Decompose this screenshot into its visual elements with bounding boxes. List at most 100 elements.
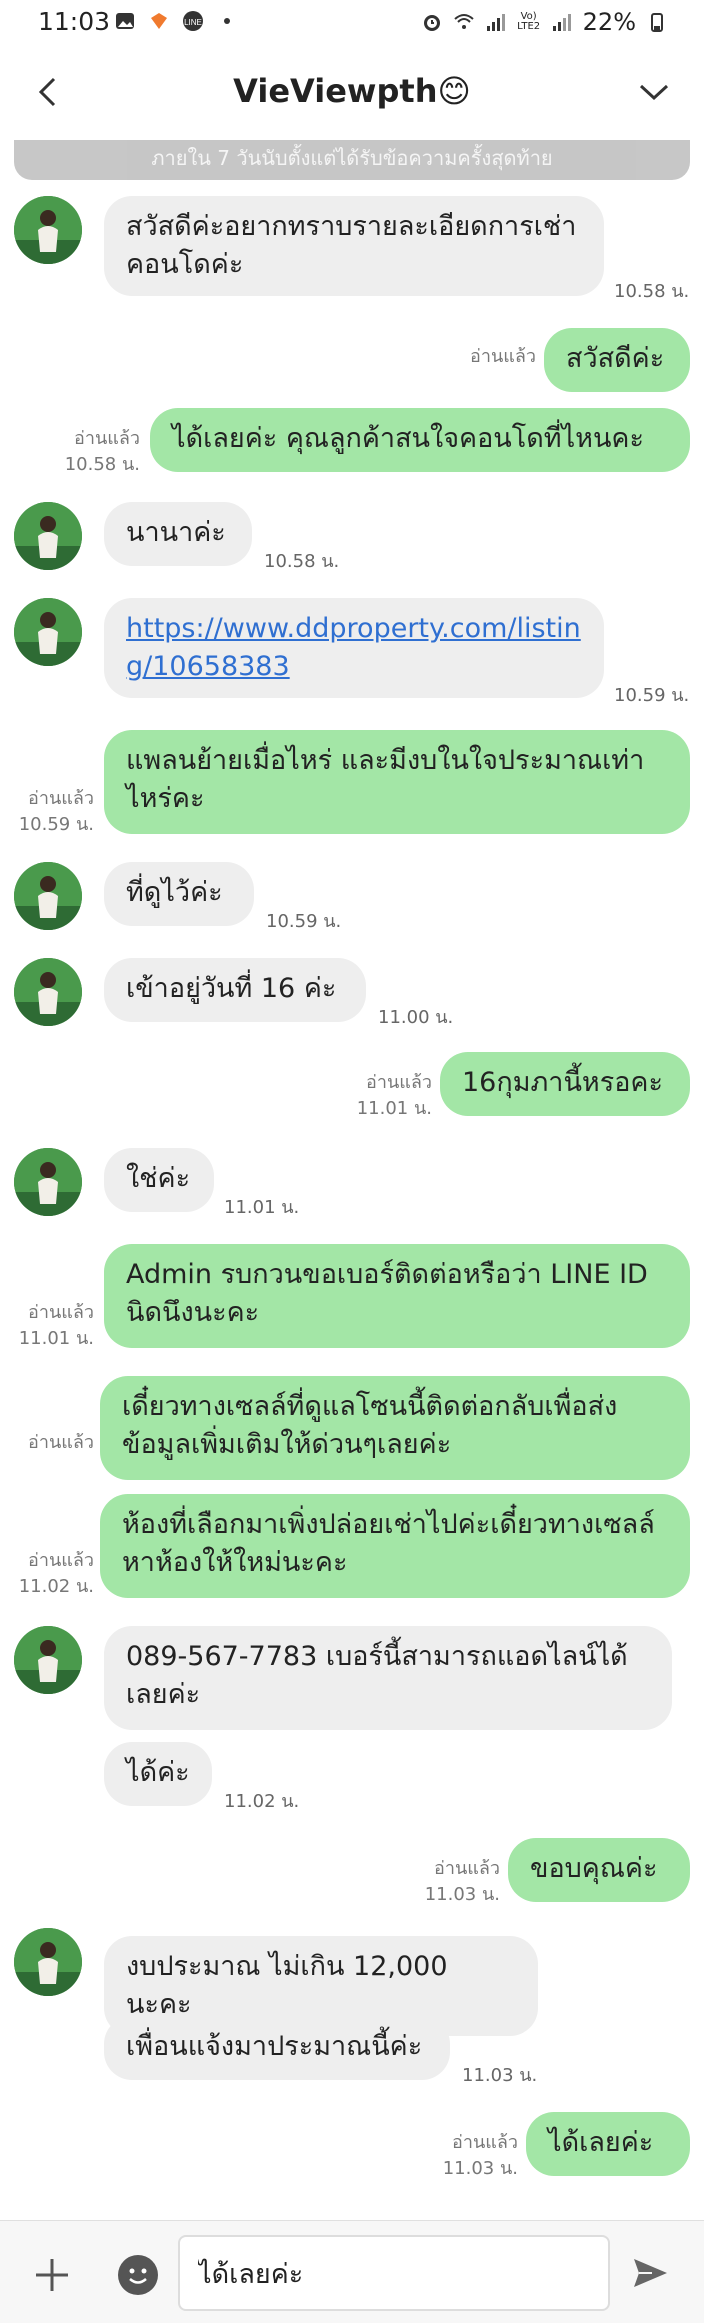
message-text: สวัสดีค่ะ xyxy=(566,343,665,374)
read-status: อ่านแล้ว xyxy=(434,1858,500,1879)
battery-icon xyxy=(651,13,663,32)
emoji-icon[interactable] xyxy=(118,2255,158,2295)
outgoing-message[interactable]: ได้เลยค่ะ คุณลูกค้าสนใจคอนโดที่ไหนคะ xyxy=(150,408,690,472)
read-status: อ่านแล้ว xyxy=(28,1302,94,1323)
signal-icon xyxy=(486,14,505,31)
message-time: 10.58 น. xyxy=(264,551,340,572)
avatar[interactable] xyxy=(14,1626,82,1694)
wifi-icon xyxy=(453,14,474,29)
retention-notice: ภายใน 7 วันนับตั้งแต่ได้รับข้อความครั้งส… xyxy=(14,140,690,180)
read-status: อ่านแล้ว xyxy=(74,428,140,449)
input-bar xyxy=(0,2220,704,2323)
message-link-bubble[interactable]: https://www.ddproperty.com/listing/10658… xyxy=(104,598,604,698)
read-receipt: อ่านแล้ว 11.03 น. xyxy=(420,1856,500,1908)
message-time: 11.03 น. xyxy=(424,1884,500,1905)
read-receipt: อ่านแล้ว 10.58 น. xyxy=(60,426,140,478)
message-text: 16กุมภานี้หรอคะ xyxy=(462,1067,663,1098)
read-receipt: อ่านแล้ว xyxy=(14,1430,94,1456)
message-text: 089-567-7783 เบอร์นี้สามารถแอดไลน์ได้เลย… xyxy=(126,1641,628,1710)
read-status: อ่านแล้ว xyxy=(452,2132,518,2153)
message-input[interactable] xyxy=(178,2235,610,2311)
message-text: ขอบคุณค่ะ xyxy=(530,1853,658,1884)
read-receipt: อ่านแล้ว 11.01 น. xyxy=(352,1070,432,1122)
message-text: เพื่อนแจ้งมาประมาณนี้ค่ะ xyxy=(126,2031,423,2062)
message-time: 11.03 น. xyxy=(462,2065,538,2086)
message-time: 11.03 น. xyxy=(442,2158,518,2179)
outgoing-message[interactable]: ได้เลยค่ะ xyxy=(526,2112,690,2176)
outgoing-message[interactable]: แพลนย้ายเมื่อไหร่ และมีงบในใจประมาณเท่าไ… xyxy=(104,730,690,834)
message-text: สวัสดีค่ะอยากทราบรายละเอียดการเช่าคอนโดค… xyxy=(126,211,577,280)
message-time: 11.01 น. xyxy=(356,1098,432,1119)
incoming-message[interactable]: เข้าอยู่วันที่ 16 ค่ะ xyxy=(104,958,366,1022)
incoming-message[interactable]: 089-567-7783 เบอร์นี้สามารถแอดไลน์ได้เลย… xyxy=(104,1626,672,1730)
read-receipt: อ่านแล้ว 10.59 น. xyxy=(14,786,94,838)
network-label: Vo) LTE2 xyxy=(517,11,541,32)
alarm-icon xyxy=(423,15,440,31)
message-text: ได้เลยค่ะ xyxy=(548,2127,654,2158)
read-receipt: อ่านแล้ว 11.02 น. xyxy=(14,1548,94,1600)
message-text: ใช่ค่ะ xyxy=(126,1163,191,1194)
read-status: อ่านแล้ว xyxy=(28,1432,94,1453)
message-text: ได้เลยค่ะ คุณลูกค้าสนใจคอนโดที่ไหนคะ xyxy=(172,423,644,454)
incoming-message[interactable]: นานาค่ะ xyxy=(104,502,252,566)
avatar[interactable] xyxy=(14,1928,82,1996)
message-time: 10.59 น. xyxy=(18,814,94,835)
message-time: 11.02 น. xyxy=(224,1791,300,1812)
message-text: Admin รบกวนขอเบอร์ติดต่อหรือว่า LINE ID … xyxy=(126,1259,648,1328)
message-text: ที่ดูไว้ค่ะ xyxy=(126,877,223,908)
outgoing-message[interactable]: 16กุมภานี้หรอคะ xyxy=(440,1052,690,1116)
outgoing-message[interactable]: ห้องที่เลือกมาเพิ่งปล่อยเช่าไปค่ะเดี๋ยวท… xyxy=(100,1494,690,1598)
read-status: อ่านแล้ว xyxy=(28,788,94,809)
notification-icons: LINE xyxy=(114,10,238,32)
message-text: งบประมาณ ไม่เกิน 12,000 นะคะ xyxy=(126,1951,448,2020)
message-text: ได้ค่ะ xyxy=(126,1757,190,1788)
outgoing-message[interactable]: Admin รบกวนขอเบอร์ติดต่อหรือว่า LINE ID … xyxy=(104,1244,690,1348)
system-icons: Vo) LTE2 22% xyxy=(421,8,668,36)
avatar[interactable] xyxy=(14,196,82,264)
line-icon: LINE xyxy=(183,11,203,31)
avatar[interactable] xyxy=(14,598,82,666)
avatar[interactable] xyxy=(14,862,82,930)
incoming-message[interactable]: สวัสดีค่ะอยากทราบรายละเอียดการเช่าคอนโดค… xyxy=(104,196,604,296)
incoming-message[interactable]: ที่ดูไว้ค่ะ xyxy=(104,862,254,926)
battery-percent: 22% xyxy=(582,8,636,36)
message-time: 10.58 น. xyxy=(64,454,140,475)
message-time: 11.01 น. xyxy=(18,1328,94,1349)
message-text: แพลนย้ายเมื่อไหร่ และมีงบในใจประมาณเท่าไ… xyxy=(126,745,645,814)
message-time: 10.58 น. xyxy=(614,281,690,302)
incoming-message[interactable]: ได้ค่ะ xyxy=(104,1742,212,1806)
read-receipt: อ่านแล้ว 11.01 น. xyxy=(14,1300,94,1352)
avatar[interactable] xyxy=(14,1148,82,1216)
plus-icon[interactable] xyxy=(32,2255,72,2295)
message-text: เดี๋ยวทางเซลล์ที่ดูแลโซนนี้ติดต่อกลับเพื… xyxy=(122,1391,618,1460)
header-menu-button[interactable] xyxy=(634,72,674,112)
listing-link[interactable]: https://www.ddproperty.com/listing/10658… xyxy=(126,613,581,682)
outgoing-message[interactable]: สวัสดีค่ะ xyxy=(544,328,690,392)
svg-text:LINE: LINE xyxy=(184,18,202,27)
outgoing-message[interactable]: เดี๋ยวทางเซลล์ที่ดูแลโซนนี้ติดต่อกลับเพื… xyxy=(100,1376,690,1480)
status-bar: 11:03 LINE Vo) LTE2 22% xyxy=(0,0,704,44)
incoming-message[interactable]: เพื่อนแจ้งมาประมาณนี้ค่ะ xyxy=(104,2016,450,2080)
read-receipt: อ่านแล้ว xyxy=(456,344,536,370)
status-time: 11:03 xyxy=(38,7,111,36)
read-receipt: อ่านแล้ว 11.03 น. xyxy=(438,2130,518,2182)
message-time: 10.59 น. xyxy=(614,685,690,706)
chat-title: VieViewpth😊 xyxy=(233,72,471,110)
message-text: เข้าอยู่วันที่ 16 ค่ะ xyxy=(126,973,337,1004)
message-text: ห้องที่เลือกมาเพิ่งปล่อยเช่าไปค่ะเดี๋ยวท… xyxy=(122,1509,655,1578)
avatar[interactable] xyxy=(14,958,82,1026)
message-time: 10.59 น. xyxy=(266,911,342,932)
dot-icon xyxy=(224,18,230,24)
read-status: อ่านแล้ว xyxy=(366,1072,432,1093)
outgoing-message[interactable]: ขอบคุณค่ะ xyxy=(508,1838,690,1902)
message-time: 11.01 น. xyxy=(224,1197,300,1218)
message-time: 11.00 น. xyxy=(378,1007,454,1028)
read-status: อ่านแล้ว xyxy=(28,1550,94,1571)
avatar[interactable] xyxy=(14,502,82,570)
incoming-message[interactable]: ใช่ค่ะ xyxy=(104,1148,214,1212)
message-text: นานาค่ะ xyxy=(126,517,226,548)
app-icon xyxy=(151,13,167,29)
send-icon[interactable] xyxy=(630,2253,670,2293)
message-time: 11.02 น. xyxy=(18,1576,94,1597)
signal-2-icon xyxy=(552,14,571,31)
